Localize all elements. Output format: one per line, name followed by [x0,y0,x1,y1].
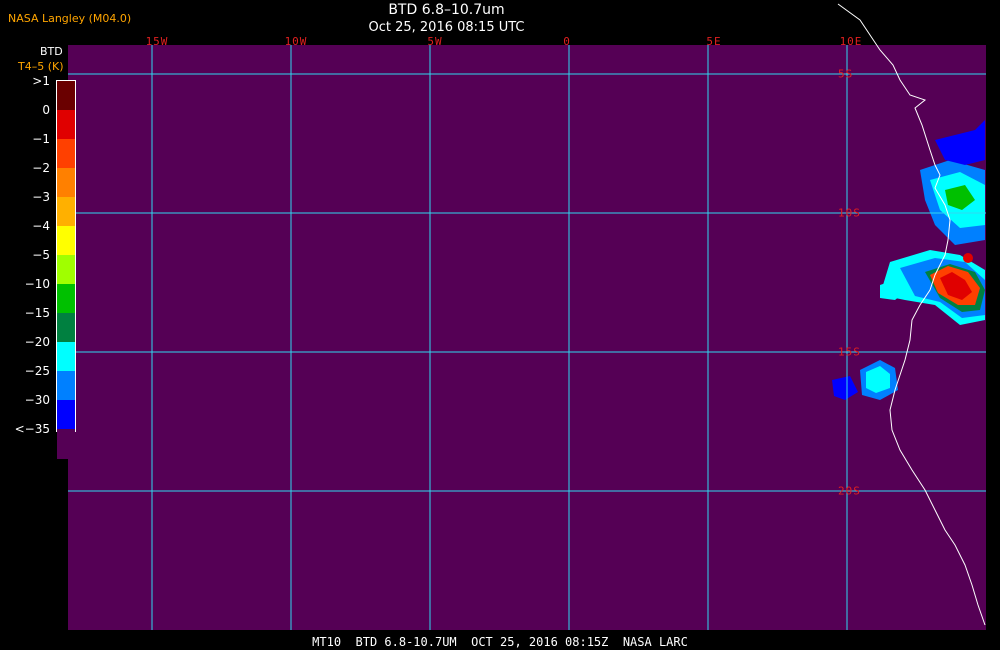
legend-tick-label: 0 [42,103,50,117]
legend-unit: T4–5 (K) [18,60,64,73]
legend-swatch [57,226,75,255]
legend-tick-label: −2 [32,161,50,175]
footer-caption: MT10 BTD 6.8-10.7UM OCT 25, 2016 08:15Z … [312,635,688,649]
legend-swatch [57,197,75,226]
legend-tick-label: −15 [24,306,50,320]
legend-title: BTD [40,45,63,58]
lon-label-5e: 5E [706,35,722,48]
legend-swatch [57,429,75,459]
satellite-map [68,3,986,630]
legend-swatch [57,284,75,313]
legend-tick-label: −30 [24,393,50,407]
legend-swatch [57,139,75,168]
legend-tick-label: −4 [32,219,50,233]
legend-swatch [57,81,75,110]
legend-swatch [57,342,75,371]
legend-tick-label: −3 [32,190,50,204]
legend-tick-label: <−35 [14,422,50,436]
color-legend [56,80,76,459]
legend-tick-label: −1 [32,132,50,146]
map-title: BTD 6.8–10.7um [388,2,505,18]
map-background [68,45,986,630]
lat-label-10s: 10S [838,206,861,220]
legend-tick-label: −10 [24,277,50,291]
lon-label-0: 0 [563,35,571,48]
legend-swatch [57,400,75,429]
legend-swatch [57,168,75,197]
legend-swatch [57,110,75,139]
legend-tick-label: −20 [24,335,50,349]
lat-label-20s: 20S [838,484,861,498]
legend-swatch [57,255,75,284]
lat-label-5s: 5S [838,67,854,81]
lon-label-5w: 5W [427,35,443,48]
legend-tick-label: −25 [24,364,50,378]
lat-label-15s: 15S [838,345,861,359]
lon-label-15w: 15W [145,35,169,48]
lon-label-10w: 10W [284,35,308,48]
map-datetime: Oct 25, 2016 08:15 UTC [368,20,525,35]
legend-swatch [57,371,75,400]
lon-label-10e: 10E [839,35,863,48]
legend-tick-label: −5 [32,248,50,262]
legend-swatch [57,313,75,342]
legend-tick-label: >1 [32,74,50,88]
